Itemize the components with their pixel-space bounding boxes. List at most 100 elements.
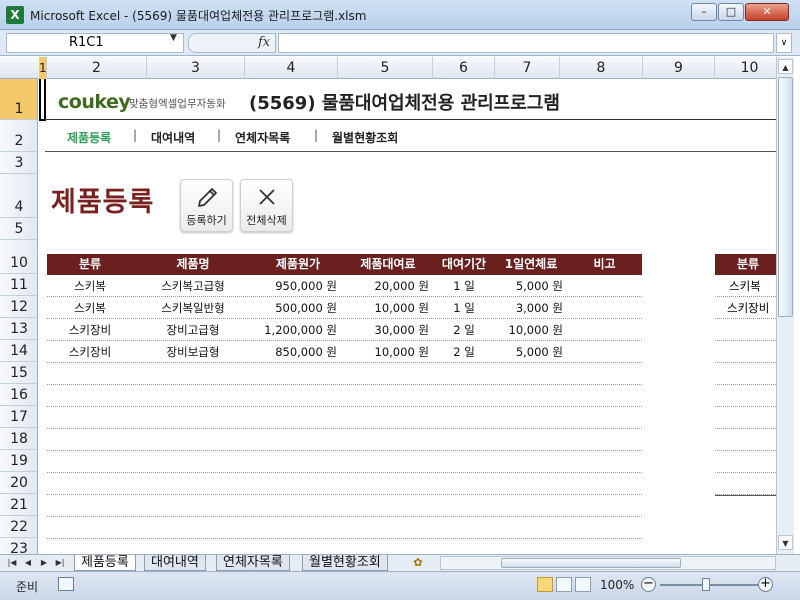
- column-header[interactable]: 7: [495, 57, 560, 79]
- cell-late-fee[interactable]: 10,000 원: [497, 319, 563, 341]
- cell-days[interactable]: 1 일: [433, 275, 495, 297]
- cell-cost[interactable]: 500,000 원: [253, 297, 337, 319]
- row-header[interactable]: 2: [0, 120, 37, 152]
- register-button[interactable]: 등록하기: [180, 179, 233, 232]
- scroll-thumb[interactable]: [501, 558, 681, 568]
- cell-fee[interactable]: 20,000 원: [343, 275, 429, 297]
- nav-item-product-register[interactable]: 제품등록: [67, 129, 111, 146]
- row-header[interactable]: 10: [0, 240, 37, 274]
- side-table-row[interactable]: [715, 473, 776, 495]
- cell-name[interactable]: 스키복고급형: [133, 275, 253, 297]
- table-row[interactable]: [47, 385, 642, 407]
- name-box[interactable]: R1C1: [6, 33, 184, 53]
- row-header[interactable]: 11: [0, 274, 37, 296]
- column-header[interactable]: 5: [338, 57, 433, 79]
- formula-input[interactable]: [278, 33, 774, 53]
- side-table-row[interactable]: [715, 451, 776, 473]
- table-row[interactable]: [47, 363, 642, 385]
- row-header[interactable]: 13: [0, 318, 37, 340]
- macro-record-icon[interactable]: [58, 577, 74, 591]
- column-header[interactable]: 4: [245, 57, 338, 79]
- table-row[interactable]: [47, 429, 642, 451]
- side-table-row[interactable]: [715, 385, 776, 407]
- close-button[interactable]: ✕: [745, 3, 789, 21]
- cell-late-fee[interactable]: 3,000 원: [497, 297, 563, 319]
- sheet-tab-product-register[interactable]: 제품등록: [74, 555, 136, 571]
- cell-fee[interactable]: 10,000 원: [343, 297, 429, 319]
- cell-cost[interactable]: 1,200,000 원: [253, 319, 337, 341]
- scroll-thumb[interactable]: [778, 77, 793, 317]
- cell-note[interactable]: [567, 297, 642, 319]
- scroll-down-icon[interactable]: ▼: [778, 535, 793, 550]
- table-row[interactable]: 스키복 스키복일반형 500,000 원 10,000 원 1 일 3,000 …: [47, 297, 642, 319]
- sheet-tab-overdue-list[interactable]: 연체자목록: [216, 555, 290, 571]
- cell-fee[interactable]: 30,000 원: [343, 319, 429, 341]
- row-header[interactable]: 14: [0, 340, 37, 362]
- first-sheet-icon[interactable]: |◀: [6, 557, 18, 569]
- vertical-scrollbar[interactable]: ▲ ▼: [776, 57, 794, 554]
- cell-days[interactable]: 1 일: [433, 297, 495, 319]
- side-table-row[interactable]: [715, 319, 776, 341]
- nav-item-monthly-status[interactable]: 월별현황조회: [332, 129, 398, 146]
- active-cell[interactable]: [39, 79, 46, 121]
- scroll-up-icon[interactable]: ▲: [778, 59, 793, 74]
- table-row[interactable]: [47, 407, 642, 429]
- row-header[interactable]: 16: [0, 384, 37, 406]
- cell-note[interactable]: [567, 341, 642, 363]
- nav-item-overdue-list[interactable]: 연체자목록: [235, 129, 290, 146]
- row-header[interactable]: 22: [0, 516, 37, 538]
- cell-category[interactable]: 스키장비: [47, 341, 133, 363]
- row-header[interactable]: 5: [0, 218, 37, 240]
- chevron-down-icon[interactable]: ▼: [170, 33, 177, 43]
- cell-category[interactable]: 스키복: [47, 297, 133, 319]
- row-header[interactable]: 3: [0, 152, 37, 174]
- expand-formula-icon[interactable]: ∨: [776, 33, 792, 53]
- page-layout-view-icon[interactable]: [556, 577, 572, 592]
- table-row[interactable]: [47, 495, 642, 517]
- column-header[interactable]: 10: [715, 57, 785, 79]
- sheet-tab-rental-history[interactable]: 대여내역: [144, 555, 206, 571]
- normal-view-icon[interactable]: [537, 577, 553, 592]
- table-row[interactable]: [47, 517, 642, 539]
- table-row[interactable]: 스키장비 장비보급형 850,000 원 10,000 원 2 일 5,000 …: [47, 341, 642, 363]
- table-row[interactable]: [47, 473, 642, 495]
- table-row[interactable]: 스키복 스키복고급형 950,000 원 20,000 원 1 일 5,000 …: [47, 275, 642, 297]
- side-table-row[interactable]: [715, 341, 776, 363]
- maximize-button[interactable]: □: [718, 3, 744, 21]
- prev-sheet-icon[interactable]: ◀: [22, 557, 34, 569]
- worksheet[interactable]: coukey 맞춤형엑셀업무자동화 (5569) 물품대여업체전용 관리프로그램…: [39, 79, 776, 554]
- column-header[interactable]: 1: [39, 57, 47, 79]
- row-header[interactable]: 18: [0, 428, 37, 450]
- sheet-tab-monthly-status[interactable]: 월별현황조회: [302, 555, 388, 571]
- row-header[interactable]: 21: [0, 494, 37, 516]
- cell-note[interactable]: [567, 275, 642, 297]
- column-header[interactable]: 8: [560, 57, 643, 79]
- last-sheet-icon[interactable]: ▶|: [54, 557, 66, 569]
- nav-item-rental-history[interactable]: 대여내역: [151, 129, 195, 146]
- zoom-level[interactable]: 100%: [600, 578, 634, 592]
- cell-category[interactable]: 스키복: [47, 275, 133, 297]
- cell-category[interactable]: 스키장비: [47, 319, 133, 341]
- row-header[interactable]: 19: [0, 450, 37, 472]
- column-header[interactable]: 2: [47, 57, 147, 79]
- table-row[interactable]: [47, 451, 642, 473]
- cell-days[interactable]: 2 일: [433, 319, 495, 341]
- side-table-row[interactable]: 스키복: [715, 275, 776, 297]
- zoom-in-icon[interactable]: +: [758, 577, 773, 592]
- cell-cost[interactable]: 850,000 원: [253, 341, 337, 363]
- row-header[interactable]: 1: [0, 79, 37, 120]
- row-header[interactable]: 23: [0, 538, 37, 554]
- insert-sheet-icon[interactable]: ✿: [408, 556, 428, 570]
- side-table-row[interactable]: [715, 407, 776, 429]
- column-header[interactable]: 3: [147, 57, 245, 79]
- side-table-row[interactable]: [715, 429, 776, 451]
- cell-name[interactable]: 스키복일반형: [133, 297, 253, 319]
- delete-all-button[interactable]: 전체삭제: [240, 179, 293, 232]
- cell-name[interactable]: 장비고급형: [133, 319, 253, 341]
- table-row[interactable]: 스키장비 장비고급형 1,200,000 원 30,000 원 2 일 10,0…: [47, 319, 642, 341]
- cell-note[interactable]: [567, 319, 642, 341]
- next-sheet-icon[interactable]: ▶: [38, 557, 50, 569]
- horizontal-scrollbar[interactable]: [440, 556, 776, 570]
- cell-name[interactable]: 장비보급형: [133, 341, 253, 363]
- function-icon[interactable]: fx: [258, 35, 270, 50]
